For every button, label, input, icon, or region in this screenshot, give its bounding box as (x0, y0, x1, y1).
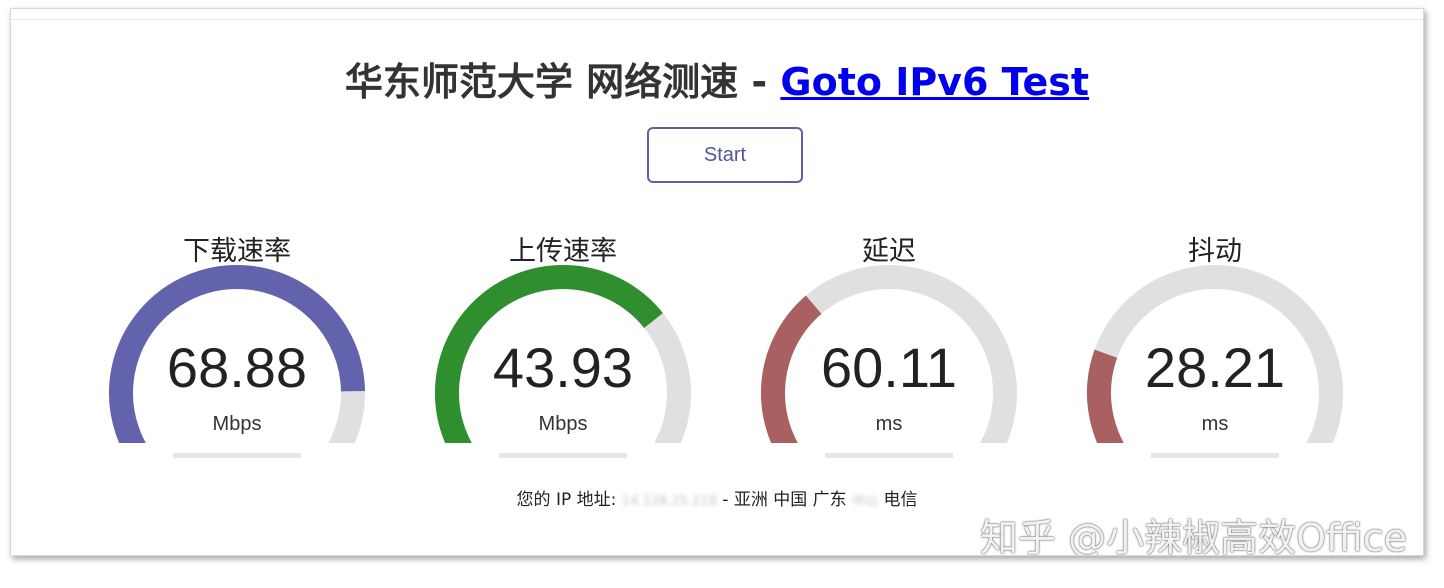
progress-bar (825, 453, 953, 458)
meter-unit: Mbps (538, 413, 588, 435)
speedtest-page: 华东师范大学 网络测速 - Goto IPv6 Test Start 下载速率 … (10, 8, 1424, 556)
meter-unit: ms (875, 413, 903, 435)
meter-unit: Mbps (212, 413, 262, 435)
progress-bar (1151, 453, 1279, 458)
progress-bar (173, 453, 301, 458)
meter-value: 28.21 (1144, 336, 1286, 399)
meter-value: 43.93 (492, 336, 634, 399)
ip-city: 中山 (852, 494, 879, 509)
jitter-meter: 抖动 28.21 ms (1075, 229, 1355, 469)
meter-unit: ms (1201, 413, 1229, 435)
ip-address: 14.128.25.218 (621, 494, 717, 509)
divider (11, 19, 1423, 20)
ip-location: - 亚洲 中国 广东 (716, 490, 853, 510)
watermark: 知乎 @小辣椒高效Office (980, 516, 1407, 556)
ip-isp: 电信 (878, 490, 918, 510)
progress-bar (499, 453, 627, 458)
upload-meter: 上传速率 43.93 Mbps (423, 229, 703, 469)
title-text: 华东师范大学 网络测速 - (344, 60, 781, 104)
page-title: 华东师范大学 网络测速 - Goto IPv6 Test (11, 51, 1423, 106)
download-meter: 下载速率 68.88 Mbps (97, 229, 377, 469)
latency-meter: 延迟 60.11 ms (749, 229, 1029, 469)
start-button[interactable]: Start (647, 127, 803, 183)
ip-prefix: 您的 IP 地址: (516, 490, 622, 510)
ipv6-test-link[interactable]: Goto IPv6 Test (780, 60, 1089, 104)
meter-value: 68.88 (166, 336, 308, 399)
meter-value: 60.11 (821, 336, 957, 399)
